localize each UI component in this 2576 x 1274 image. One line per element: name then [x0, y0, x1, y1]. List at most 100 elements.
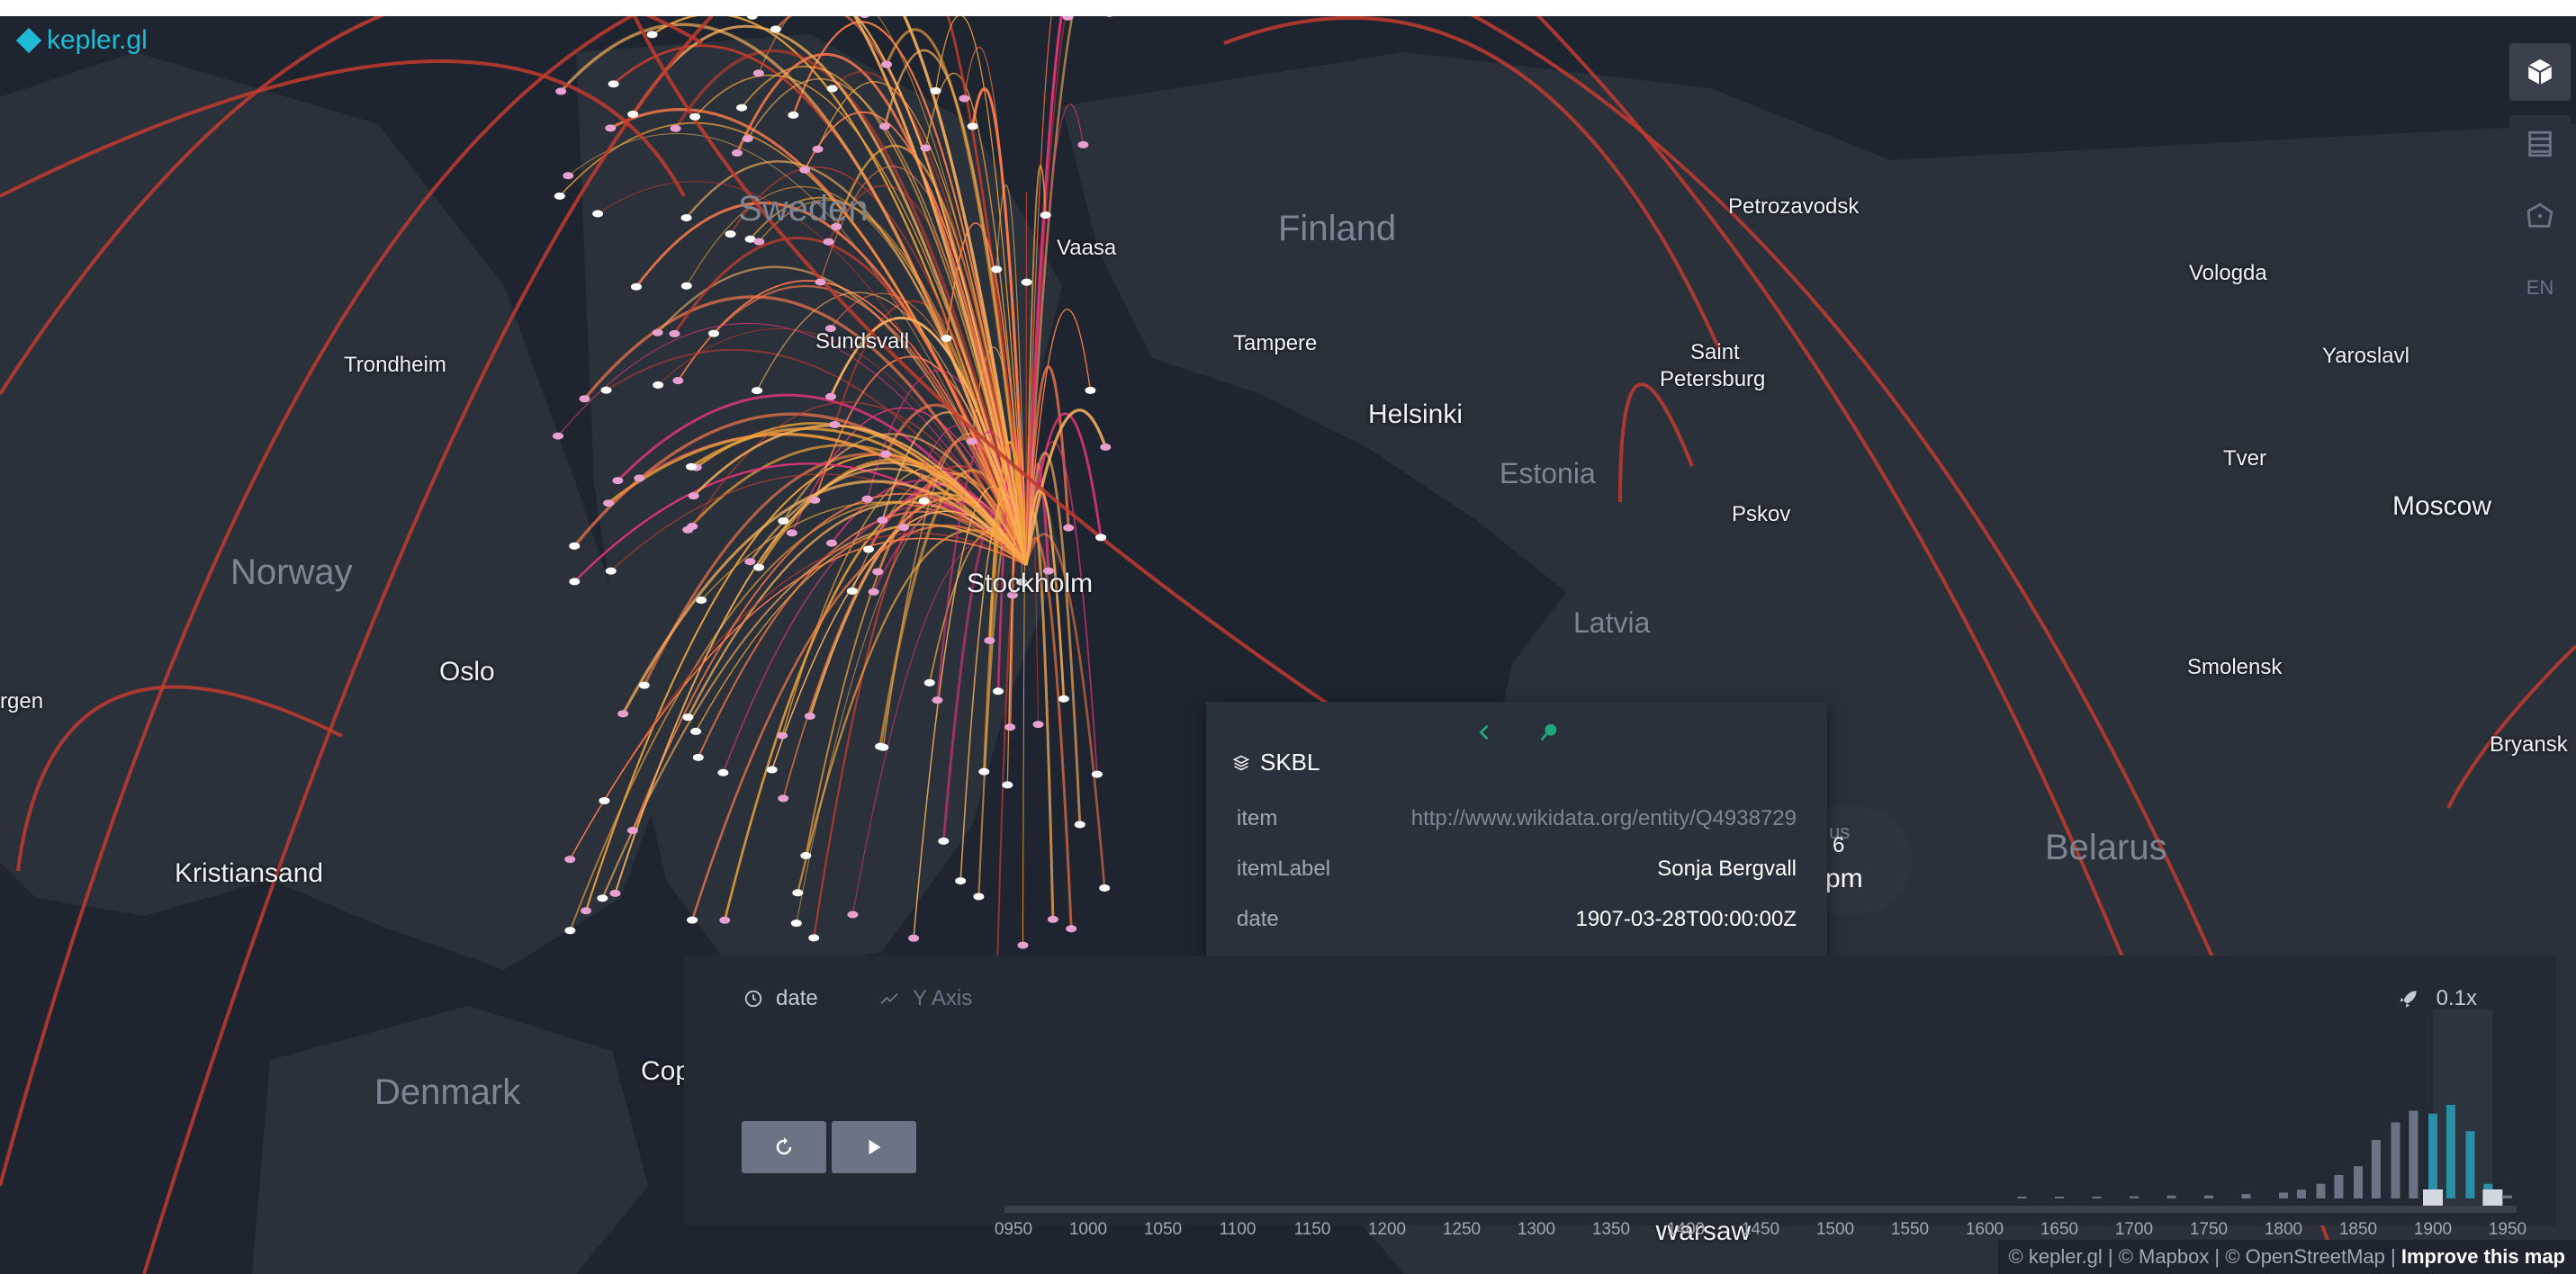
timeline-tick: 1250: [1442, 1220, 1482, 1239]
histogram-bar: [2241, 1194, 2251, 1198]
origin-point: [653, 381, 664, 389]
locale-label: EN: [2526, 276, 2554, 299]
histogram-bar: [2428, 1113, 2437, 1198]
histogram-bar: [2334, 1175, 2344, 1198]
origin-point: [1066, 925, 1077, 933]
city-label: Tver: [2223, 446, 2266, 471]
origin-point: [603, 499, 615, 507]
kepler-logo[interactable]: kepler.gl: [15, 25, 148, 56]
histogram-bar: [2092, 1197, 2102, 1198]
origin-point: [746, 16, 758, 20]
origin-point: [688, 492, 699, 500]
origin-point: [1047, 915, 1058, 923]
origin-point: [687, 523, 698, 531]
origin-point: [1100, 443, 1112, 451]
play-icon: [869, 1139, 881, 1155]
city-label: Petersburg: [1660, 367, 1766, 391]
origin-point: [1017, 941, 1029, 949]
histogram-bar: [2316, 1183, 2326, 1198]
timeline-tick: 1450: [1741, 1220, 1780, 1239]
origin-point: [1032, 721, 1044, 729]
origin-point: [752, 69, 764, 77]
origin-point: [973, 893, 985, 901]
y-axis-selector[interactable]: Y Axis: [878, 986, 972, 1011]
map-attribution: © kepler.gl | © Mapbox | © OpenStreetMap…: [1997, 1240, 2576, 1274]
tooltip-nav: [1206, 720, 1827, 745]
histogram-bar: [2130, 1196, 2139, 1198]
origin-point: [563, 172, 574, 180]
tooltip-value[interactable]: http://www.wikidata.org/entity/Q4938729: [1411, 806, 1797, 831]
tooltip-key: date: [1237, 907, 1279, 931]
time-field-selector[interactable]: date: [743, 986, 818, 1011]
attribution-text: © kepler.gl | © Mapbox | © OpenStreetMap…: [2008, 1245, 2401, 1268]
selected-range-band: [2433, 1009, 2493, 1206]
city-label: Saint: [1690, 340, 1740, 364]
origin-point: [800, 852, 812, 860]
origin-point: [1040, 211, 1051, 220]
slider-track[interactable]: [1004, 1206, 2517, 1213]
origin-point: [860, 16, 869, 19]
range-end-handle[interactable]: [2482, 1189, 2503, 1206]
origin-point: [707, 329, 719, 337]
bubble-line-2: 6: [1833, 833, 1845, 857]
histogram-bar: [2296, 1189, 2306, 1198]
histogram-bar: [2409, 1110, 2418, 1198]
map-legend-button[interactable]: [2509, 115, 2571, 173]
origin-point: [815, 278, 826, 286]
histogram-bar: [2503, 1195, 2512, 1198]
timeline-tick: 1900: [2413, 1220, 2453, 1239]
3d-map-button[interactable]: [2509, 43, 2571, 101]
origin-point: [753, 563, 765, 571]
time-range-slider[interactable]: 0950 1000 1050 1100 1150 1200 1250 1300 1350 1400…: [995, 1009, 2535, 1239]
origin-point: [920, 144, 932, 152]
reset-button[interactable]: [742, 1121, 826, 1173]
speed-control[interactable]: 0.1x: [2397, 986, 2477, 1011]
origin-point: [930, 86, 941, 94]
city-label: Yaroslavl: [2322, 344, 2409, 368]
origin-point: [966, 437, 977, 445]
origin-point: [846, 587, 858, 595]
origin-point: [680, 214, 692, 222]
timeline-tick: 1400: [1666, 1220, 1706, 1239]
origin-point: [605, 124, 617, 132]
locale-button[interactable]: EN: [2509, 259, 2571, 317]
origin-point: [847, 911, 859, 919]
timeline-tick: 1150: [1293, 1220, 1331, 1239]
legend-list-icon: [2528, 130, 2552, 157]
origin-point: [1004, 723, 1016, 731]
timeline-tick: 1350: [1591, 1220, 1631, 1239]
tooltip-pin-button[interactable]: [1536, 720, 1562, 745]
origin-point: [689, 112, 701, 121]
play-button[interactable]: [832, 1121, 916, 1173]
origin-point: [804, 712, 815, 720]
origin-point: [808, 934, 820, 942]
origin-point: [630, 283, 642, 291]
improve-map-link[interactable]: Improve this map: [2401, 1245, 2565, 1268]
origin-point: [599, 796, 610, 804]
origin-point: [792, 889, 804, 897]
origin-point: [687, 916, 698, 924]
tooltip-prev-button[interactable]: [1472, 720, 1497, 745]
timeline-tick: 1800: [2264, 1220, 2303, 1239]
origin-point: [569, 542, 581, 550]
origin-point: [592, 210, 604, 218]
draw-polygon-button[interactable]: [2509, 187, 2571, 245]
origin-point: [725, 230, 736, 238]
timeline-tick: 1650: [2040, 1220, 2079, 1239]
origin-point: [908, 934, 920, 942]
speed-label: 0.1x: [2436, 986, 2477, 1010]
country-label: Norway: [230, 552, 353, 592]
origin-point: [941, 335, 952, 343]
origin-point: [872, 568, 884, 576]
origin-point: [799, 166, 811, 174]
origin-point: [569, 578, 581, 586]
origin-point: [932, 696, 943, 704]
city-label: Bryansk: [2490, 732, 2568, 757]
range-start-handle[interactable]: [2423, 1189, 2443, 1206]
origin-point: [881, 60, 893, 68]
origin-point: [766, 766, 778, 774]
origin-point: [955, 877, 967, 885]
country-label: Estonia: [1500, 457, 1596, 489]
origin-point: [826, 85, 838, 93]
timeline-tick: 0950: [994, 1220, 1033, 1239]
